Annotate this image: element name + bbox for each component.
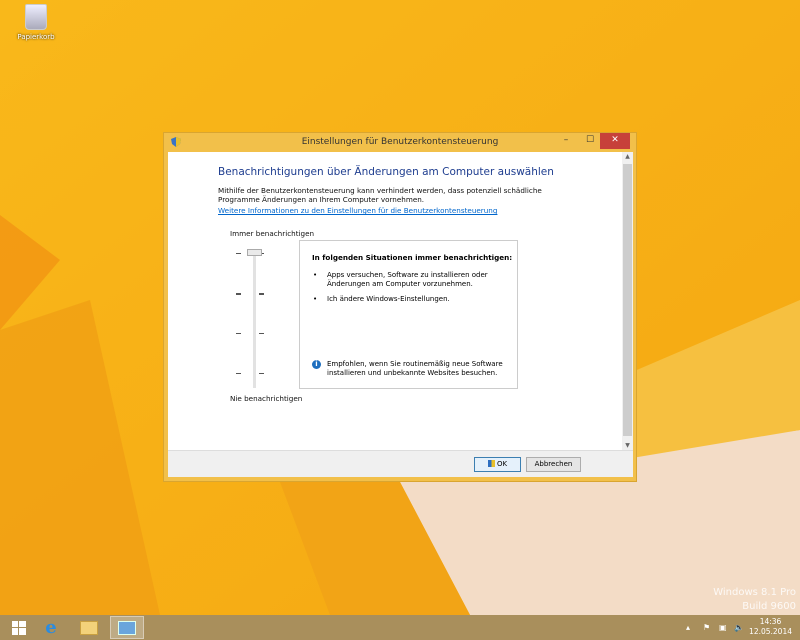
slider-tick bbox=[259, 373, 264, 374]
info-bullet: Ich ändere Windows-Einstellungen. bbox=[312, 295, 512, 304]
uac-settings-taskbar-button[interactable] bbox=[110, 616, 144, 639]
file-explorer-button[interactable] bbox=[72, 616, 106, 639]
uac-settings-dialog: Einstellungen für Benutzerkontensteuerun… bbox=[163, 132, 637, 482]
watermark-build: Build 9600 bbox=[742, 601, 796, 612]
maximize-button[interactable]: ☐ bbox=[578, 133, 602, 149]
network-icon[interactable]: ▣ bbox=[719, 623, 727, 632]
recommendation-text: Empfohlen, wenn Sie routinemäßig neue So… bbox=[327, 360, 503, 377]
slider-thumb[interactable] bbox=[247, 249, 262, 256]
windows-logo-icon bbox=[12, 620, 26, 635]
clock-date: 12.05.2014 bbox=[749, 627, 792, 636]
vertical-scrollbar[interactable]: ▲ ▼ bbox=[622, 152, 633, 450]
volume-icon[interactable]: 🔈 bbox=[734, 623, 744, 632]
internet-explorer-icon: e bbox=[45, 617, 57, 638]
info-icon: i bbox=[312, 360, 321, 369]
info-header: In folgenden Situationen immer benachric… bbox=[312, 253, 513, 262]
scrollbar-thumb[interactable] bbox=[623, 164, 632, 436]
slider-tick bbox=[259, 293, 264, 295]
internet-explorer-button[interactable]: e bbox=[34, 616, 68, 639]
scroll-down-icon[interactable]: ▼ bbox=[622, 442, 633, 449]
ok-button[interactable]: OK bbox=[474, 457, 521, 472]
show-hidden-icons[interactable]: ▴ bbox=[686, 623, 690, 632]
control-panel-icon bbox=[118, 620, 136, 635]
ok-label: OK bbox=[496, 460, 508, 468]
notification-slider-track[interactable] bbox=[253, 252, 256, 388]
windows-watermark: Windows 8.1 Pro Build 9600 bbox=[713, 586, 796, 614]
start-button[interactable] bbox=[2, 616, 36, 639]
recycle-bin-label: Papierkorb bbox=[17, 33, 55, 41]
slider-tick bbox=[259, 333, 264, 334]
title-bar[interactable]: Einstellungen für Benutzerkontensteuerun… bbox=[164, 133, 636, 152]
slider-tick bbox=[236, 293, 241, 295]
folder-icon bbox=[80, 620, 98, 635]
trash-icon bbox=[25, 4, 47, 30]
close-button[interactable]: ✕ bbox=[600, 133, 630, 149]
watermark-edition: Windows 8.1 Pro bbox=[713, 587, 796, 598]
info-bullet: Apps versuchen, Software zu installieren… bbox=[312, 271, 512, 289]
more-info-link[interactable]: Weitere Informationen zu den Einstellung… bbox=[218, 206, 497, 215]
cancel-button[interactable]: Abbrechen bbox=[526, 457, 581, 472]
info-panel: In folgenden Situationen immer benachric… bbox=[299, 240, 518, 389]
slider-bottom-label: Nie benachrichtigen bbox=[230, 394, 303, 403]
recommendation: i Empfohlen, wenn Sie routinemäßig neue … bbox=[312, 360, 517, 378]
description-text: Mithilfe der Benutzerkontensteuerung kan… bbox=[218, 186, 542, 204]
slider-tick bbox=[236, 333, 241, 334]
dialog-content: Benachrichtigungen über Änderungen am Co… bbox=[168, 152, 633, 450]
dialog-footer: OK Abbrechen bbox=[168, 450, 633, 477]
minimize-button[interactable]: – bbox=[554, 133, 578, 149]
page-heading: Benachrichtigungen über Änderungen am Co… bbox=[218, 166, 554, 178]
slider-tick bbox=[236, 373, 241, 374]
recycle-bin-icon[interactable]: Papierkorb bbox=[14, 4, 58, 41]
slider-tick bbox=[236, 253, 241, 254]
scroll-up-icon[interactable]: ▲ bbox=[622, 153, 633, 160]
taskbar: e ▴ ⚑ ▣ 🔈 14:36 12.05.2014 bbox=[0, 615, 800, 640]
shield-icon bbox=[487, 460, 495, 467]
clock[interactable]: 14:36 12.05.2014 bbox=[749, 617, 792, 637]
slider-top-label: Immer benachrichtigen bbox=[230, 229, 315, 238]
clock-time: 14:36 bbox=[759, 617, 782, 626]
action-center-icon[interactable]: ⚑ bbox=[703, 623, 710, 632]
